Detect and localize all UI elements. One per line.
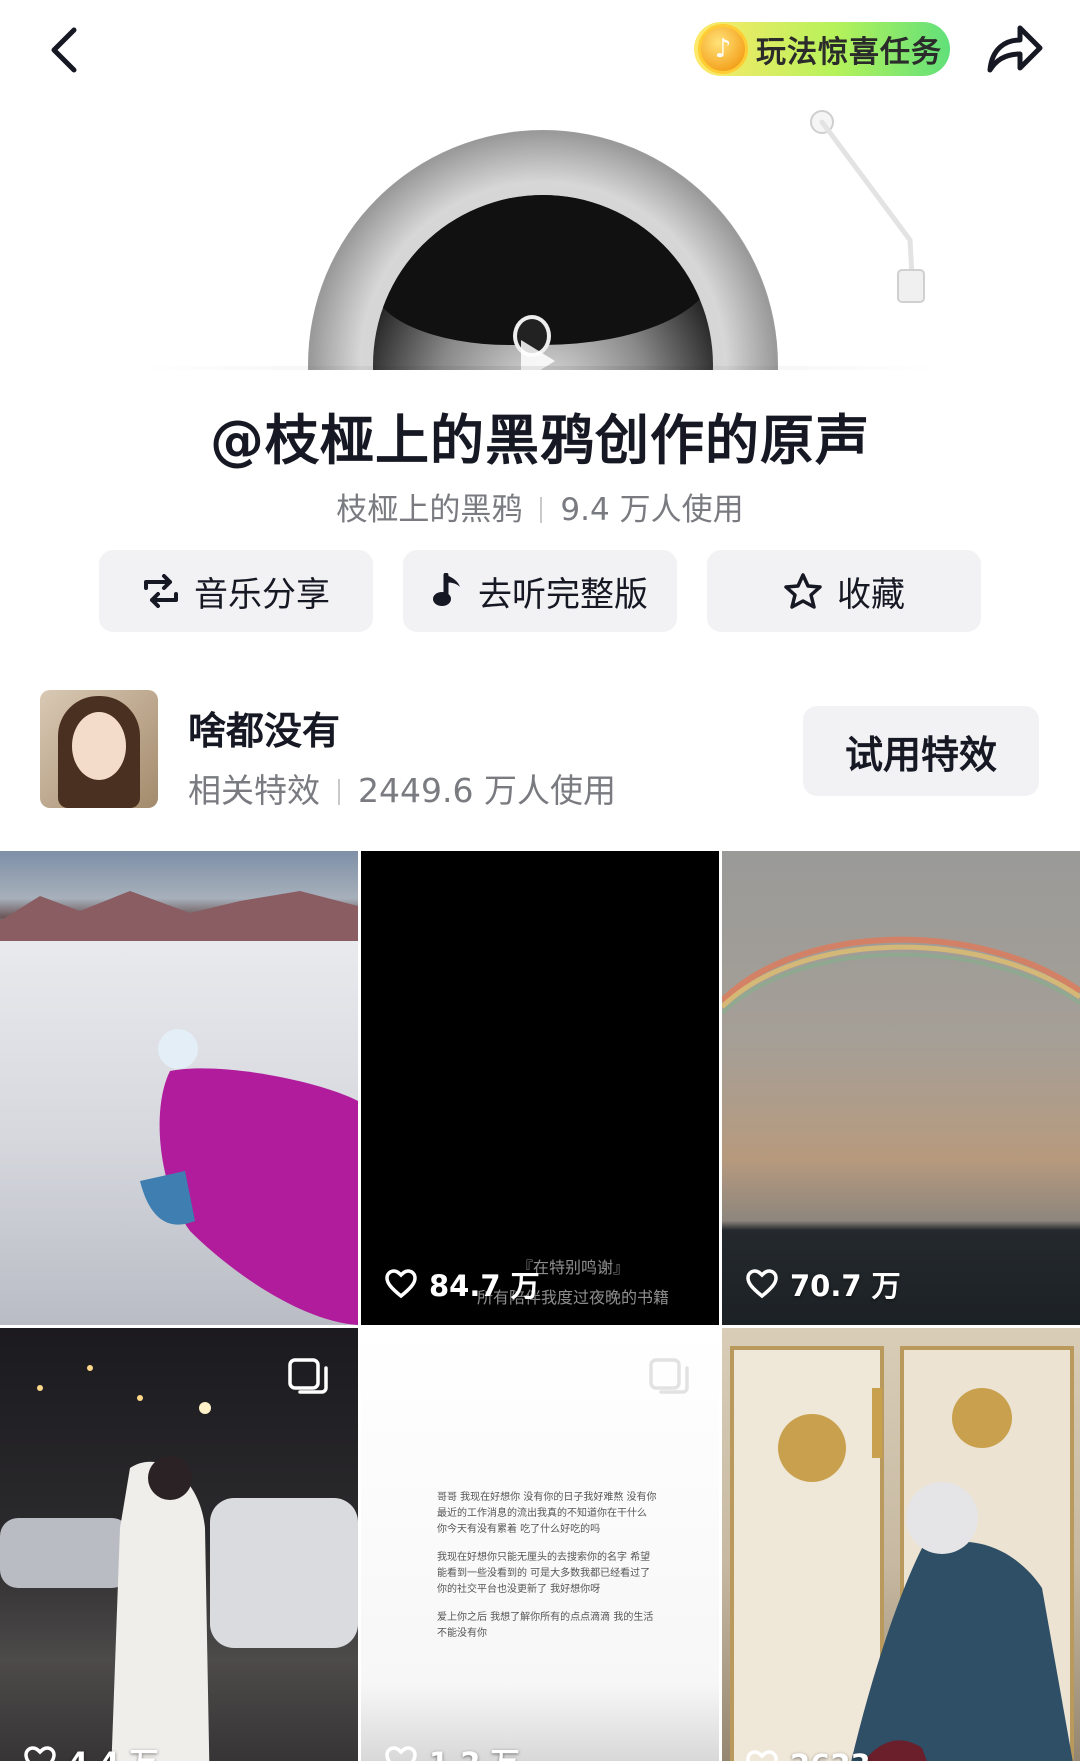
effect-meta: 相关特效 2449.6 万人使用 (188, 764, 616, 812)
note-text: 哥哥 我现在好想你 没有你的日子我好难熬 没有你最近的工作消息的流出我真的不知道… (437, 1490, 657, 1654)
video-thumbnail[interactable]: 2623 (722, 1328, 1080, 1761)
palace-door-image (730, 1346, 1074, 1761)
video-thumbnail[interactable]: 4.4 万 (0, 1328, 358, 1761)
music-share-button[interactable]: 音乐分享 (99, 550, 373, 632)
heart-icon (24, 1746, 56, 1761)
try-effect-button[interactable]: 试用特效 (803, 706, 1039, 796)
vinyl-disc[interactable] (308, 130, 778, 370)
heart-icon (385, 1746, 417, 1761)
multi-photo-icon (649, 1358, 689, 1394)
heart-icon (385, 1269, 417, 1299)
note-paragraph: 哥哥 我现在好想你 没有你的日子我好难熬 没有你最近的工作消息的流出我真的不知道… (437, 1492, 657, 1535)
effect-usage: 2449.6 万人使用 (358, 771, 616, 810)
favorite-button[interactable]: 收藏 (707, 550, 981, 632)
repost-icon (144, 574, 178, 608)
effect-avatar[interactable] (40, 690, 158, 808)
video-grid: 『在特别鸣谢』 所有陪伴我度过夜晚的书籍 84.7 万 70.7 万 哥哥 我现… (0, 851, 1080, 1761)
like-count: 70.7 万 (746, 1263, 901, 1305)
promo-task-button[interactable]: ♪ 玩法惊喜任务 (694, 22, 950, 76)
video-thumbnail[interactable]: 『在特别鸣谢』 所有陪伴我度过夜晚的书籍 84.7 万 (361, 851, 719, 1325)
snow-princess-image (0, 891, 358, 1325)
effect-name[interactable]: 啥都没有 (188, 700, 340, 755)
share-arrow-icon (987, 25, 1043, 73)
favorite-label: 收藏 (837, 574, 905, 615)
effect-category: 相关特效 (188, 771, 320, 810)
promo-label: 玩法惊喜任务 (756, 35, 942, 70)
share-button[interactable] (982, 18, 1046, 82)
douyin-coin-icon: ♪ (698, 24, 748, 74)
video-thumbnail[interactable]: 70.7 万 (722, 851, 1080, 1325)
rainbow-sea-image (722, 936, 1080, 1015)
listen-full-button[interactable]: 去听完整版 (403, 550, 677, 632)
sound-title: @枝桠上的黑鸦创作的原声 (210, 409, 870, 472)
chevron-left-icon (51, 27, 77, 73)
like-count: 2623 (746, 1748, 871, 1761)
music-note-icon (433, 573, 460, 606)
back-button[interactable] (36, 20, 96, 80)
sound-meta: 枝桠上的黑鸦 9.4 万人使用 (0, 484, 1080, 529)
star-icon (784, 573, 822, 609)
music-record (140, 110, 940, 370)
sound-author[interactable]: 枝桠上的黑鸦 (336, 492, 522, 528)
listen-full-label: 去听完整版 (478, 574, 648, 615)
like-count: 1.2 万 (385, 1740, 519, 1761)
heart-icon (746, 1750, 778, 1761)
video-thumbnail[interactable] (0, 851, 358, 1325)
note-paragraph: 我现在好想你只能无厘头的去搜索你的名字 希望能看到一些没看到的 可是大多数我都已… (437, 1552, 651, 1595)
heart-icon (746, 1269, 778, 1299)
video-thumbnail[interactable]: 哥哥 我现在好想你 没有你的日子我好难熬 没有你最近的工作消息的流出我真的不知道… (361, 1328, 719, 1761)
related-effect-row: 啥都没有 相关特效 2449.6 万人使用 试用特效 (0, 690, 1080, 820)
like-count: 4.4 万 (24, 1740, 158, 1761)
divider (540, 497, 543, 523)
like-count: 84.7 万 (385, 1263, 540, 1305)
multi-photo-icon (288, 1358, 328, 1394)
tonearm-icon (810, 110, 925, 303)
sound-usage: 9.4 万人使用 (560, 492, 744, 528)
album-cover (373, 195, 713, 370)
note-paragraph: 爱上你之后 我想了解你所有的点点滴滴 我的生活不能没有你 (437, 1612, 654, 1639)
action-buttons: 音乐分享 去听完整版 收藏 (99, 550, 981, 632)
top-bar: ♪ 玩法惊喜任务 (0, 0, 1080, 100)
music-share-label: 音乐分享 (194, 574, 330, 615)
divider (338, 779, 340, 805)
